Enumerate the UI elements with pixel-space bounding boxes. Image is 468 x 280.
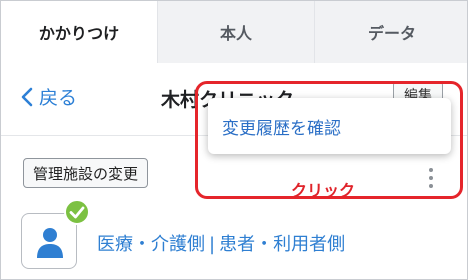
tab-honnin[interactable]: 本人 [157, 1, 314, 63]
medical-care-side-link[interactable]: 医療・介護側 [97, 234, 205, 255]
tab-bar: かかりつけ 本人 データ [1, 1, 467, 63]
patient-side-link[interactable]: 患者・利用者側 [219, 234, 345, 255]
check-badge-icon [64, 199, 90, 225]
dropdown-menu: 変更履歴を確認 [208, 98, 451, 154]
tab-kakaritsuke[interactable]: かかりつけ [1, 1, 157, 63]
link-separator: | [209, 234, 216, 255]
kebab-dot [429, 168, 433, 172]
kebab-dot [429, 176, 433, 180]
role-links: 医療・介護側 | 患者・利用者側 [97, 230, 345, 256]
kebab-menu-icon[interactable] [425, 165, 437, 191]
back-label: 戻る [39, 87, 78, 109]
chevron-left-icon [21, 87, 33, 106]
view-change-history-item[interactable]: 変更履歴を確認 [222, 114, 341, 139]
app-frame: かかりつけ 本人 データ 戻る 木村クリニック 編集 変更履歴を確認 管理施設の… [0, 0, 468, 280]
back-button[interactable]: 戻る [21, 83, 77, 110]
change-facility-button[interactable]: 管理施設の変更 [23, 158, 149, 188]
tab-data[interactable]: データ [314, 1, 467, 63]
kebab-dot [429, 184, 433, 188]
click-annotation: クリック [291, 181, 356, 200]
